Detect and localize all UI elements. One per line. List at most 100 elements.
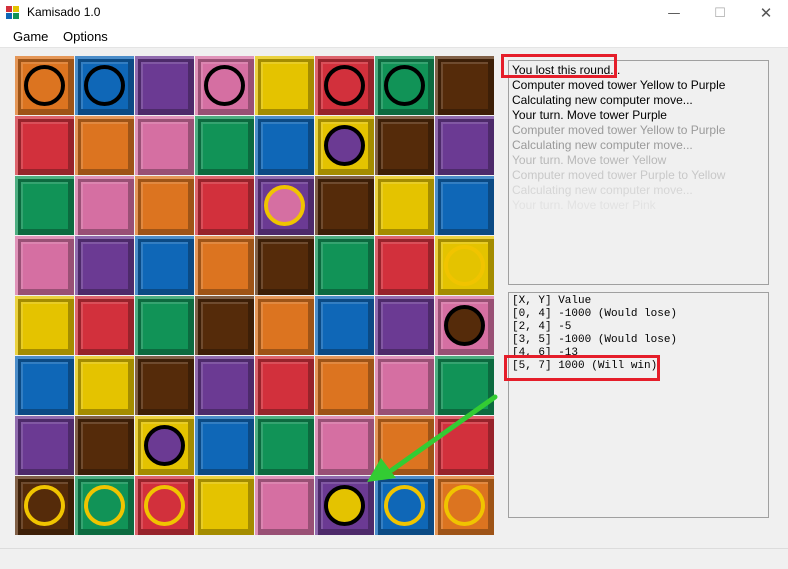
board-cell-brown[interactable] xyxy=(315,176,374,235)
board-cell-green[interactable] xyxy=(135,296,194,355)
log-line: Calculating new computer move... xyxy=(512,138,693,152)
board-cell-brown[interactable] xyxy=(195,296,254,355)
tower-brown[interactable] xyxy=(24,485,65,526)
board-cell-red[interactable] xyxy=(315,56,374,115)
tower-green[interactable] xyxy=(84,485,125,526)
board-cell-green[interactable] xyxy=(255,416,314,475)
board-cell-pink[interactable] xyxy=(75,176,134,235)
board-cell-yellow[interactable] xyxy=(375,176,434,235)
board-cell-green[interactable] xyxy=(375,56,434,115)
tower-yellow[interactable] xyxy=(444,245,485,286)
eval-header: [X, Y] Value xyxy=(512,295,592,307)
eval-line: [0, 4] -1000 (Would lose) xyxy=(512,308,678,320)
tower-blue[interactable] xyxy=(384,485,425,526)
board-cell-purple[interactable] xyxy=(15,416,74,475)
tower-purple[interactable] xyxy=(324,125,365,166)
board-cell-blue[interactable] xyxy=(135,236,194,295)
tower-purple[interactable] xyxy=(144,425,185,466)
board-cell-orange[interactable] xyxy=(135,176,194,235)
board-cell-yellow[interactable] xyxy=(75,356,134,415)
tower-red[interactable] xyxy=(144,485,185,526)
board-cell-purple[interactable] xyxy=(195,356,254,415)
board-cell-orange[interactable] xyxy=(15,56,74,115)
tower-red[interactable] xyxy=(324,65,365,106)
board-cell-green[interactable] xyxy=(15,176,74,235)
board-cell-pink[interactable] xyxy=(315,416,374,475)
game-log-panel: You lost this round... Computer moved to… xyxy=(508,60,769,285)
board-cell-orange[interactable] xyxy=(255,296,314,355)
board-cell-pink[interactable] xyxy=(15,236,74,295)
status-bar xyxy=(0,548,788,569)
log-line: Computer moved tower Yellow to Purple xyxy=(512,123,726,137)
board-cell-pink[interactable] xyxy=(135,116,194,175)
board-cell-red[interactable] xyxy=(255,356,314,415)
tower-pink[interactable] xyxy=(264,185,305,226)
tower-pink[interactable] xyxy=(204,65,245,106)
board-cell-yellow[interactable] xyxy=(195,476,254,535)
game-board xyxy=(15,56,495,536)
board-cell-purple[interactable] xyxy=(255,176,314,235)
board-cell-orange[interactable] xyxy=(435,476,494,535)
board-cell-red[interactable] xyxy=(435,416,494,475)
board-cell-pink[interactable] xyxy=(375,356,434,415)
board-cell-purple[interactable] xyxy=(435,116,494,175)
board-cell-blue[interactable] xyxy=(255,116,314,175)
board-cell-yellow[interactable] xyxy=(15,296,74,355)
board-cell-yellow[interactable] xyxy=(435,236,494,295)
board-cell-green[interactable] xyxy=(195,116,254,175)
highlight-box-winning-move xyxy=(504,355,660,381)
board-cell-purple[interactable] xyxy=(315,476,374,535)
title-bar: Kamisado 1.0 — ☐ ✕ xyxy=(0,0,788,26)
board-cell-brown[interactable] xyxy=(435,56,494,115)
board-cell-orange[interactable] xyxy=(195,236,254,295)
board-cell-red[interactable] xyxy=(375,236,434,295)
board-cell-red[interactable] xyxy=(195,176,254,235)
board-cell-red[interactable] xyxy=(15,116,74,175)
board-cell-purple[interactable] xyxy=(75,236,134,295)
log-line: Your turn. Move tower Pink xyxy=(512,198,656,212)
tower-orange[interactable] xyxy=(444,485,485,526)
board-cell-blue[interactable] xyxy=(435,176,494,235)
board-cell-orange[interactable] xyxy=(75,116,134,175)
tower-orange[interactable] xyxy=(24,65,65,106)
board-cell-brown[interactable] xyxy=(375,116,434,175)
board-cell-orange[interactable] xyxy=(375,416,434,475)
log-line: Computer moved tower Purple to Yellow xyxy=(512,168,726,182)
board-cell-green[interactable] xyxy=(315,236,374,295)
board-cell-brown[interactable] xyxy=(135,356,194,415)
board-cell-blue[interactable] xyxy=(195,416,254,475)
tower-brown[interactable] xyxy=(444,305,485,346)
board-cell-blue[interactable] xyxy=(375,476,434,535)
board-cell-purple[interactable] xyxy=(375,296,434,355)
log-line: Calculating new computer move... xyxy=(512,183,693,197)
board-cell-brown[interactable] xyxy=(75,416,134,475)
maximize-button[interactable]: ☐ xyxy=(698,0,742,26)
board-cell-yellow[interactable] xyxy=(135,416,194,475)
tower-yellow[interactable] xyxy=(324,485,365,526)
board-cell-green[interactable] xyxy=(435,356,494,415)
eval-line: [3, 5] -1000 (Would lose) xyxy=(512,334,678,346)
board-cell-blue[interactable] xyxy=(75,56,134,115)
board-cell-red[interactable] xyxy=(135,476,194,535)
close-button[interactable]: ✕ xyxy=(744,0,788,26)
tower-blue[interactable] xyxy=(84,65,125,106)
tower-green[interactable] xyxy=(384,65,425,106)
board-cell-brown[interactable] xyxy=(255,236,314,295)
board-cell-pink[interactable] xyxy=(195,56,254,115)
board-cell-brown[interactable] xyxy=(15,476,74,535)
board-cell-yellow[interactable] xyxy=(315,116,374,175)
board-cell-yellow[interactable] xyxy=(255,56,314,115)
minimize-button[interactable]: — xyxy=(652,0,696,26)
log-line: Calculating new computer move... xyxy=(512,93,693,107)
log-line: Your turn. Move tower Purple xyxy=(512,108,667,122)
board-cell-blue[interactable] xyxy=(315,296,374,355)
board-cell-purple[interactable] xyxy=(135,56,194,115)
menu-options[interactable]: Options xyxy=(63,29,108,44)
menu-game[interactable]: Game xyxy=(13,29,48,44)
board-cell-orange[interactable] xyxy=(315,356,374,415)
board-cell-pink[interactable] xyxy=(255,476,314,535)
board-cell-blue[interactable] xyxy=(15,356,74,415)
board-cell-green[interactable] xyxy=(75,476,134,535)
board-cell-pink[interactable] xyxy=(435,296,494,355)
board-cell-red[interactable] xyxy=(75,296,134,355)
